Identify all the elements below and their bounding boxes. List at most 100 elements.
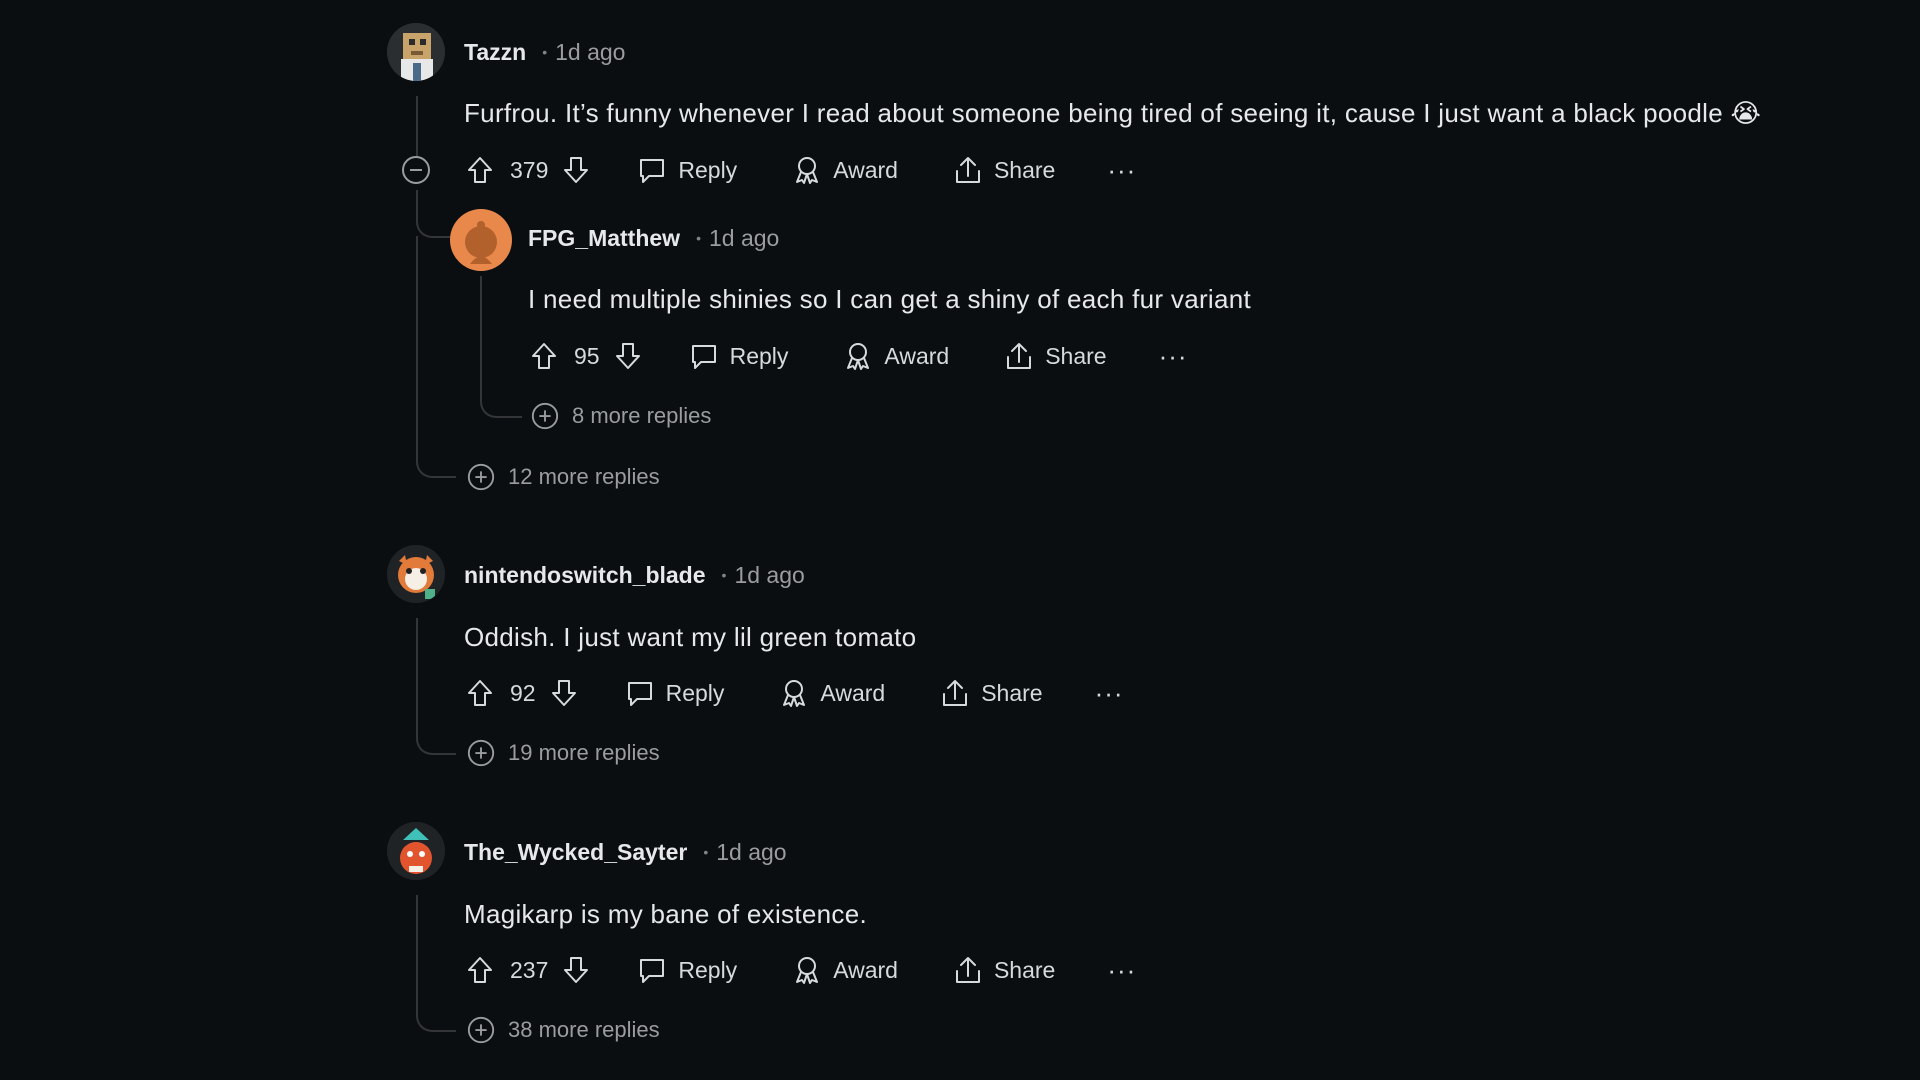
plus-circle-icon: [530, 401, 560, 431]
award-button[interactable]: Award: [791, 154, 898, 186]
thread-line: [416, 895, 456, 1032]
share-upload-icon: [952, 954, 984, 986]
downvote-button[interactable]: [560, 954, 592, 986]
separator-dot: •: [542, 44, 548, 60]
reply-label: Reply: [665, 679, 725, 706]
reply-label: Reply: [678, 156, 738, 183]
comment-meta: FPG_Matthew • 1d ago: [528, 223, 779, 253]
vote-count: 95: [574, 342, 600, 369]
thread-line: [480, 276, 522, 418]
ellipsis-icon: ···: [1094, 677, 1124, 708]
share-label: Share: [981, 679, 1043, 706]
award-button[interactable]: Award: [778, 677, 885, 709]
award-button[interactable]: Award: [791, 954, 898, 986]
timestamp[interactable]: 1d ago: [555, 39, 625, 66]
comment-body: Furfrou. It’s funny whenever I read abou…: [464, 98, 1762, 128]
username[interactable]: The_Wycked_Sayter: [464, 839, 687, 866]
downvote-icon: [560, 954, 592, 986]
share-button[interactable]: Share: [952, 154, 1055, 186]
vote-count: 379: [510, 156, 549, 183]
separator-dot: •: [703, 844, 709, 860]
comment-meta: The_Wycked_Sayter • 1d ago: [464, 837, 787, 867]
thread-line: [416, 190, 456, 238]
upvote-button[interactable]: [464, 954, 496, 986]
upvote-icon: [464, 154, 496, 186]
more-replies-link[interactable]: 12 more replies: [466, 461, 660, 493]
share-label: Share: [1045, 342, 1107, 369]
minus-circle-icon: [400, 154, 432, 186]
collapse-thread-button[interactable]: [400, 154, 432, 186]
reply-button[interactable]: Reply: [636, 954, 737, 986]
comment-actions: 237 Reply Award Share ···: [464, 950, 1136, 990]
share-button[interactable]: Share: [952, 954, 1055, 986]
ellipsis-icon: ···: [1158, 340, 1188, 371]
more-options-button[interactable]: ···: [1107, 155, 1136, 186]
upvote-button[interactable]: [464, 154, 496, 186]
more-replies-label: 8 more replies: [572, 403, 712, 428]
comment-actions: 92 Reply Award Share ···: [464, 673, 1124, 713]
reply-label: Reply: [729, 342, 789, 369]
share-upload-icon: [1003, 340, 1035, 372]
comment-bubble-icon: [636, 154, 668, 186]
award-ribbon-icon: [791, 154, 823, 186]
share-button[interactable]: Share: [939, 677, 1043, 709]
reply-button[interactable]: Reply: [688, 340, 789, 372]
username[interactable]: FPG_Matthew: [528, 225, 680, 252]
downvote-button[interactable]: [548, 677, 580, 709]
thread-line: [416, 618, 456, 755]
award-label: Award: [820, 679, 886, 706]
plus-circle-icon: [466, 1015, 496, 1045]
comment-body: I need multiple shinies so I can get a s…: [528, 284, 1252, 314]
comment-meta: nintendoswitch_blade • 1d ago: [464, 560, 805, 590]
plus-circle-icon: [466, 462, 496, 492]
share-label: Share: [993, 956, 1056, 983]
share-upload-icon: [952, 154, 984, 186]
more-options-button[interactable]: ···: [1107, 955, 1136, 986]
award-label: Award: [833, 956, 898, 983]
more-replies-link[interactable]: 8 more replies: [530, 400, 711, 432]
award-label: Award: [833, 156, 898, 183]
thread-line: [416, 456, 456, 478]
reply-label: Reply: [678, 956, 738, 983]
more-options-button[interactable]: ···: [1095, 678, 1124, 709]
timestamp[interactable]: 1d ago: [709, 225, 779, 252]
downvote-button[interactable]: [612, 340, 644, 372]
more-options-button[interactable]: ···: [1159, 341, 1188, 372]
thread-line: [416, 96, 418, 158]
award-button[interactable]: Award: [842, 340, 949, 372]
upvote-icon: [464, 954, 496, 986]
separator-dot: •: [696, 230, 701, 246]
plus-circle-icon: [466, 738, 496, 768]
ellipsis-icon: ···: [1107, 154, 1137, 185]
more-replies-label: 19 more replies: [508, 740, 660, 765]
separator-dot: •: [721, 567, 727, 583]
reply-button[interactable]: Reply: [636, 154, 737, 186]
downvote-icon: [548, 677, 580, 709]
avatar[interactable]: [450, 209, 512, 271]
share-upload-icon: [939, 677, 971, 709]
avatar[interactable]: [387, 545, 445, 603]
thread-line: [416, 236, 418, 456]
more-replies-label: 38 more replies: [508, 1017, 660, 1042]
award-label: Award: [884, 342, 950, 369]
vote-count: 92: [510, 679, 536, 706]
reply-button[interactable]: Reply: [624, 677, 725, 709]
more-replies-link[interactable]: 19 more replies: [466, 737, 660, 769]
username[interactable]: Tazzn: [464, 39, 526, 66]
timestamp[interactable]: 1d ago: [716, 839, 786, 866]
share-button[interactable]: Share: [1003, 340, 1107, 372]
downvote-icon: [612, 340, 644, 372]
more-replies-label: 12 more replies: [508, 464, 660, 489]
avatar[interactable]: [387, 23, 445, 81]
username[interactable]: nintendoswitch_blade: [464, 562, 706, 589]
more-replies-link[interactable]: 38 more replies: [466, 1014, 660, 1046]
share-label: Share: [993, 156, 1056, 183]
avatar[interactable]: [387, 822, 445, 880]
vote-count: 237: [510, 956, 549, 983]
comment-body: Magikarp is my bane of existence.: [464, 899, 867, 929]
upvote-button[interactable]: [528, 340, 560, 372]
upvote-button[interactable]: [464, 677, 496, 709]
timestamp[interactable]: 1d ago: [734, 562, 804, 589]
downvote-button[interactable]: [560, 154, 592, 186]
comment-bubble-icon: [624, 677, 656, 709]
